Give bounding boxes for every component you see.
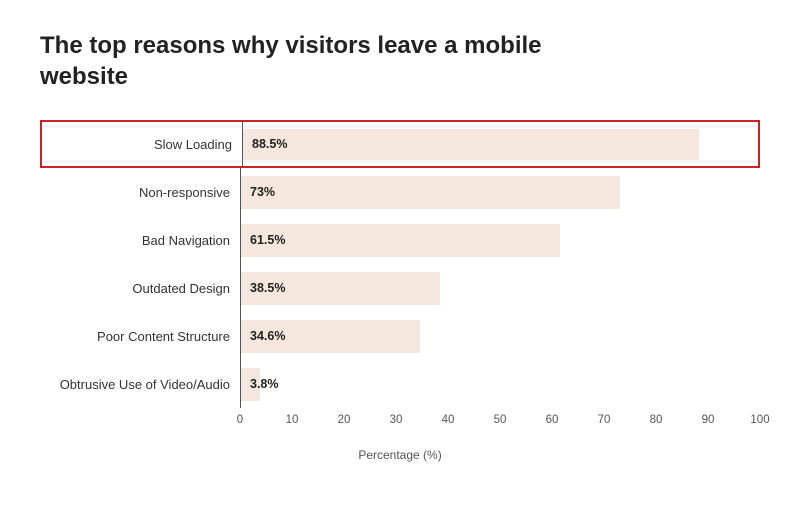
bar-value-0: 88.5% xyxy=(248,137,287,151)
bar-value-5: 3.8% xyxy=(246,377,279,391)
bar-value-3: 38.5% xyxy=(246,281,285,295)
bar-axis-line xyxy=(240,216,241,264)
bar-row-5: Obtrusive Use of Video/Audio3.8% xyxy=(40,360,760,408)
x-tick-90: 90 xyxy=(702,414,715,426)
bar-value-1: 73% xyxy=(246,185,275,199)
chart-area: Slow Loading 88.5% Non-responsive 73% Bad Na… xyxy=(40,120,760,408)
x-tick-20: 20 xyxy=(338,414,351,426)
x-tick-80: 80 xyxy=(650,414,663,426)
x-tick-50: 50 xyxy=(494,414,507,426)
bar-label-5: Obtrusive Use of Video/Audio xyxy=(40,377,240,392)
x-tick-30: 30 xyxy=(390,414,403,426)
x-axis: 0102030405060708090100 xyxy=(40,414,760,444)
x-tick-100: 100 xyxy=(750,414,769,426)
bar-axis-line xyxy=(240,264,241,312)
bar-label-3: Outdated Design xyxy=(40,281,240,296)
x-tick-70: 70 xyxy=(598,414,611,426)
bar-row-3: Outdated Design 38.5% xyxy=(40,264,760,312)
bar-track-4: 34.6% xyxy=(240,312,760,360)
bar-row-0: Slow Loading 88.5% xyxy=(40,120,760,168)
x-axis-labels: 0102030405060708090100 xyxy=(240,414,760,444)
bar-fill-4: 34.6% xyxy=(240,320,420,354)
x-tick-40: 40 xyxy=(442,414,455,426)
bar-axis-line xyxy=(242,122,243,166)
bar-track-1: 73% xyxy=(240,168,760,216)
bar-fill-5: 3.8% xyxy=(240,368,260,402)
bar-fill-1: 73% xyxy=(240,176,620,210)
bar-label-0: Slow Loading xyxy=(42,137,242,152)
x-tick-60: 60 xyxy=(546,414,559,426)
bar-axis-line xyxy=(240,360,241,408)
bar-fill-3: 38.5% xyxy=(240,272,440,306)
bar-track-2: 61.5% xyxy=(240,216,760,264)
bar-track-0: 88.5% xyxy=(242,122,758,166)
bar-axis-line xyxy=(240,168,241,216)
bar-row-1: Non-responsive 73% xyxy=(40,168,760,216)
bar-row-2: Bad Navigation 61.5% xyxy=(40,216,760,264)
bar-value-4: 34.6% xyxy=(246,329,285,343)
bar-label-1: Non-responsive xyxy=(40,185,240,200)
bar-label-4: Poor Content Structure xyxy=(40,329,240,344)
chart-title: The top reasons why visitors leave a mob… xyxy=(40,30,600,92)
bar-label-2: Bad Navigation xyxy=(40,233,240,248)
bar-fill-0: 88.5% xyxy=(242,129,699,160)
x-tick-0: 0 xyxy=(237,414,243,426)
bar-axis-line xyxy=(240,312,241,360)
bar-track-3: 38.5% xyxy=(240,264,760,312)
x-tick-10: 10 xyxy=(286,414,299,426)
bar-track-5: 3.8% xyxy=(240,360,760,408)
bar-fill-2: 61.5% xyxy=(240,224,560,258)
x-axis-title: Percentage (%) xyxy=(40,448,760,462)
bar-value-2: 61.5% xyxy=(246,233,285,247)
bar-row-4: Poor Content Structure 34.6% xyxy=(40,312,760,360)
